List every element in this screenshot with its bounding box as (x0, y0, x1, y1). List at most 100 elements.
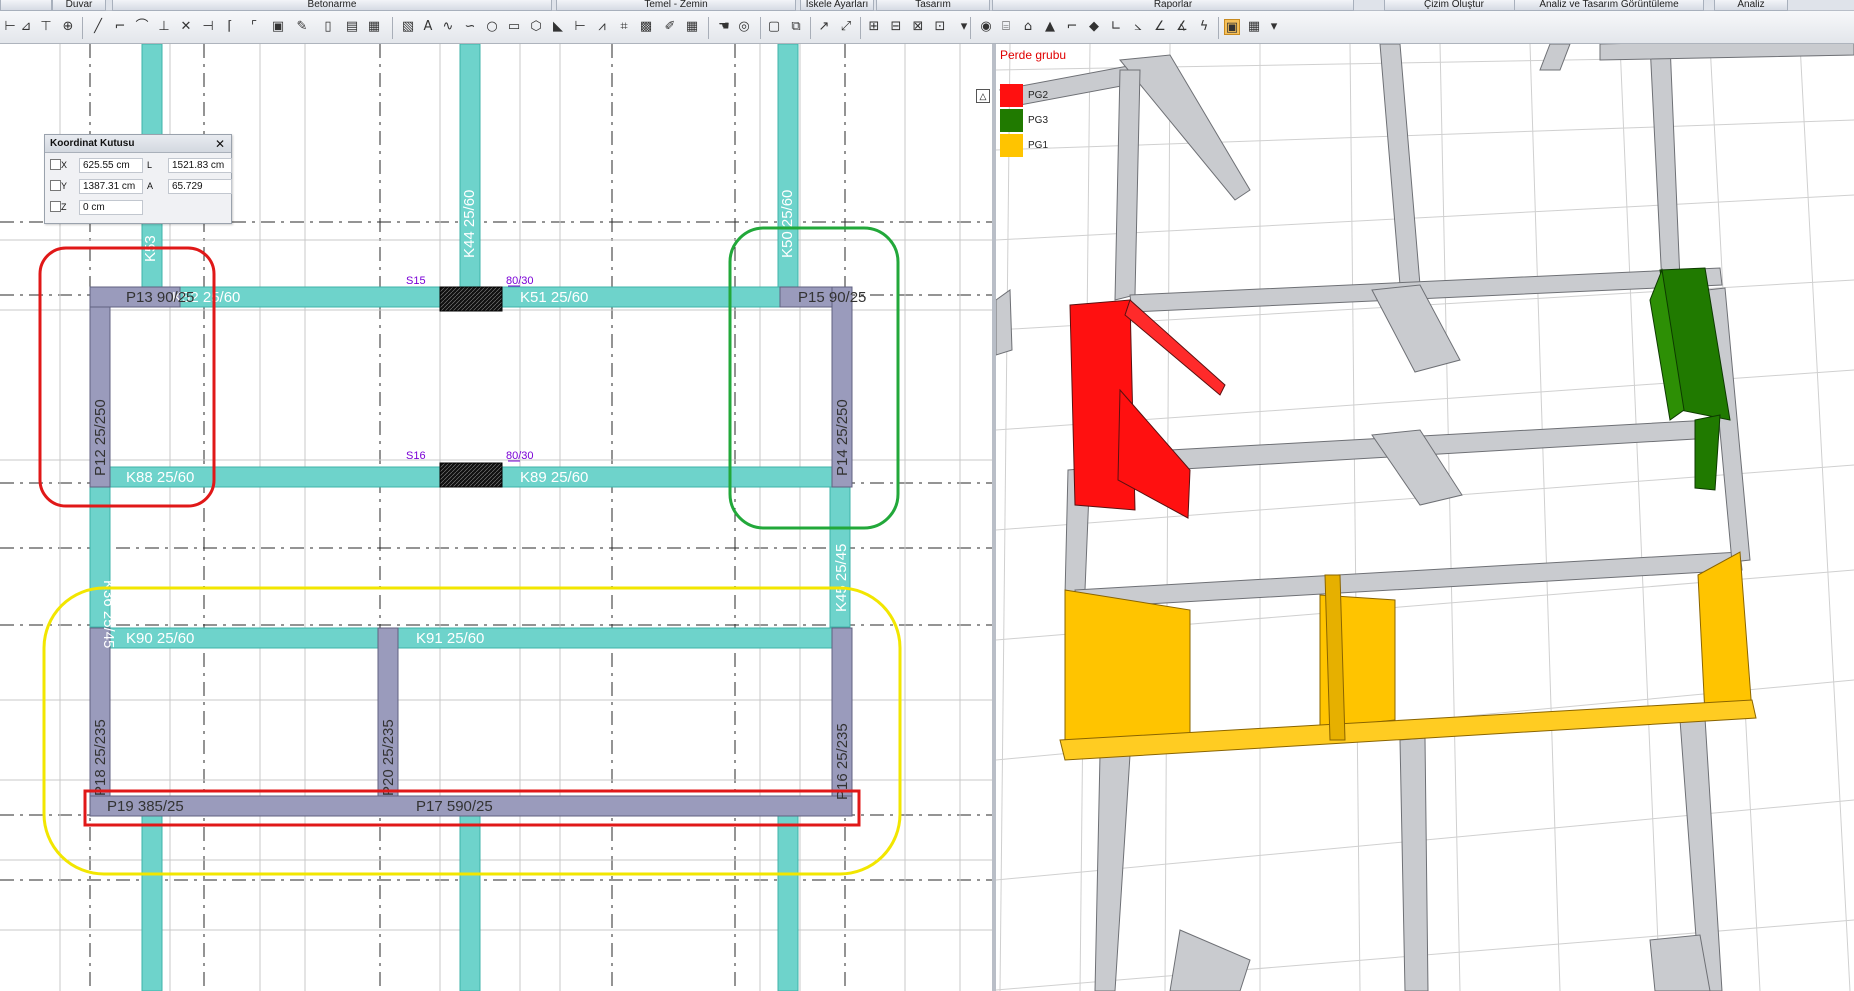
y-checkbox[interactable] (50, 180, 61, 191)
label-s16-dim: 80/30 (506, 450, 534, 462)
dim-arrow-icon[interactable]: ⤢ (838, 19, 854, 35)
legend-swatch-pg1 (1000, 134, 1023, 157)
offset-icon[interactable]: ⌈ (222, 19, 238, 35)
close-icon[interactable]: ✕ (215, 137, 225, 151)
l-field[interactable]: 1521.83 cm (168, 158, 232, 173)
calc-icon[interactable]: ▦ (684, 19, 700, 35)
axes-icon[interactable]: ∟ (1108, 19, 1124, 35)
toolbar: ⊢ ⊿ ⊤ ⊕ ╱ ⌐ ⌒ ⊥ ✕ ⊣ ⌈ ⌜ ▣ ✎ ▯ ▤ ▦ ▧ A ∿ … (0, 11, 1854, 44)
brush-icon[interactable]: ✎ (294, 19, 310, 35)
beam-bottom-mid[interactable] (459, 807, 481, 991)
line-icon[interactable]: ╱ (90, 19, 106, 35)
menu-tab-iskele-ayarlari[interactable]: İskele Ayarları (800, 0, 874, 11)
dimension-icon[interactable]: ⊢ (2, 19, 18, 35)
triangle-icon[interactable]: ⊿ (18, 19, 34, 35)
cone-icon[interactable]: ▲ (1042, 19, 1058, 35)
cross-icon[interactable]: ✕ (178, 19, 194, 35)
windows-icon[interactable]: ⧉ (788, 19, 804, 35)
beam-bottom-right[interactable] (777, 807, 799, 991)
legend-item-pg2[interactable]: PG2 (1000, 84, 1120, 108)
tag-icon[interactable]: ◆ (1086, 19, 1102, 35)
fillet-icon[interactable]: ⌜ (246, 19, 262, 35)
circle-icon[interactable]: ○ (484, 19, 500, 35)
eye-icon[interactable]: ◎ (736, 19, 752, 35)
table-icon[interactable]: ▤ (344, 19, 360, 35)
lightning-icon[interactable]: ϟ (1196, 19, 1212, 35)
menu-tab-duvar[interactable]: Duvar (52, 0, 106, 11)
dim-l-icon[interactable]: ⊠ (910, 19, 926, 35)
menu-tab-raporlar[interactable]: Raporlar (992, 0, 1354, 11)
text-icon[interactable]: A (420, 19, 436, 35)
chevron-down-icon[interactable]: ▾ (1266, 19, 1282, 35)
3d-frame-members (996, 44, 1854, 991)
dim-a-icon[interactable]: ⊡ (932, 19, 948, 35)
roof-icon[interactable]: ⌂ (1020, 19, 1036, 35)
spline-icon[interactable]: ∽ (462, 19, 478, 35)
label-p13: P13 90/25 (126, 289, 194, 306)
dim-xy-icon[interactable]: ⊞ (866, 19, 882, 35)
3d-view[interactable] (996, 44, 1854, 991)
coordinate-box-header[interactable]: Koordinat Kutusu ✕ (45, 135, 231, 153)
hatch-icon[interactable]: ▦ (366, 19, 382, 35)
legend-item-pg1[interactable]: PG1 (1000, 134, 1120, 158)
viewport-corner-icon[interactable]: △ (976, 89, 990, 103)
z-checkbox[interactable] (50, 201, 61, 212)
z-field[interactable]: 0 cm (79, 200, 143, 215)
label-k90: K90 25/60 (126, 630, 194, 647)
menu-tab-temel-zemin[interactable]: Temel - Zemin (556, 0, 796, 11)
rectangle-icon[interactable]: ▭ (506, 19, 522, 35)
a-field[interactable]: 65.729 (168, 179, 232, 194)
frame-icon[interactable]: ▣ (270, 19, 286, 35)
x-checkbox[interactable] (50, 159, 61, 170)
dim-linear-icon[interactable]: ⊢ (572, 19, 588, 35)
axes3-icon[interactable]: ∠ (1152, 19, 1168, 35)
edit-icon[interactable]: ✐ (662, 19, 678, 35)
dim-z-icon[interactable]: ⊟ (888, 19, 904, 35)
menu-tab-tasarim[interactable]: Tasarım (876, 0, 990, 11)
grid-snap-icon[interactable]: ⊕ (60, 19, 76, 35)
beam-bottom-left[interactable] (141, 807, 163, 991)
axes2-icon[interactable]: ⦣ (1130, 19, 1146, 35)
coord-row-z: Z 0 cm (48, 199, 228, 215)
menu-tab-analiz-tasarim-goruntuleme[interactable]: Analiz ve Tasarım Görüntüleme (1514, 0, 1704, 11)
paint-icon[interactable]: ◉ (978, 19, 994, 35)
dim-vertical-icon[interactable]: ⊥ (156, 19, 172, 35)
slab-opening-s16[interactable] (439, 462, 503, 488)
legend-swatch-pg3 (1000, 109, 1023, 132)
bar-icon[interactable]: ▯ (320, 19, 336, 35)
legend-title: Perde grubu (1000, 48, 1067, 62)
x-label: X (61, 160, 68, 170)
menu-tab-cizim-olustur[interactable]: Çizim Oluştur (1384, 0, 1524, 11)
coordinate-box[interactable]: Koordinat Kutusu ✕ X 625.55 cm L 1521.83… (44, 134, 232, 224)
y-field[interactable]: 1387.31 cm (79, 179, 143, 194)
label-p19: P19 385/25 (107, 798, 184, 815)
label-p15: P15 90/25 (798, 289, 866, 306)
render-icon[interactable]: ▣ (1224, 19, 1240, 35)
column-icon[interactable]: ⊤ (38, 19, 54, 35)
polyline-icon[interactable]: ⌐ (112, 19, 128, 35)
markup-shapes (38, 226, 902, 876)
slope-icon[interactable]: ◣ (550, 19, 566, 35)
arrow-icon[interactable]: ↗ (816, 19, 832, 35)
stair-icon[interactable]: ⌸ (998, 19, 1014, 35)
menu-tab-betonarme[interactable]: Betonarme (112, 0, 552, 11)
legend-item-pg3[interactable]: PG3 (1000, 109, 1120, 133)
axis-icon[interactable]: ⌐ (1064, 19, 1080, 35)
x-field[interactable]: 625.55 cm (79, 158, 143, 173)
table-view-icon[interactable]: ▦ (1246, 19, 1262, 35)
zigzag-icon[interactable]: ⩘ (594, 19, 610, 35)
image-icon[interactable]: ▧ (400, 19, 416, 35)
slab-opening-s15[interactable] (439, 286, 503, 312)
menu-tab-analiz[interactable]: Analiz (1714, 0, 1788, 11)
grid-icon[interactable]: ▩ (638, 19, 654, 35)
measure-icon[interactable]: ⌗ (616, 19, 632, 35)
hand-icon[interactable]: ☚ (716, 19, 732, 35)
polygon-icon[interactable]: ⬡ (528, 19, 544, 35)
window-icon[interactable]: ▢ (766, 19, 782, 35)
arc-icon[interactable]: ⌒ (134, 19, 150, 35)
extend-icon[interactable]: ⊣ (200, 19, 216, 35)
menu-tab-blank[interactable] (0, 0, 52, 11)
legend-label-pg2: PG2 (1028, 90, 1049, 101)
wave-icon[interactable]: ∿ (440, 19, 456, 35)
axes4-icon[interactable]: ∡ (1174, 19, 1190, 35)
